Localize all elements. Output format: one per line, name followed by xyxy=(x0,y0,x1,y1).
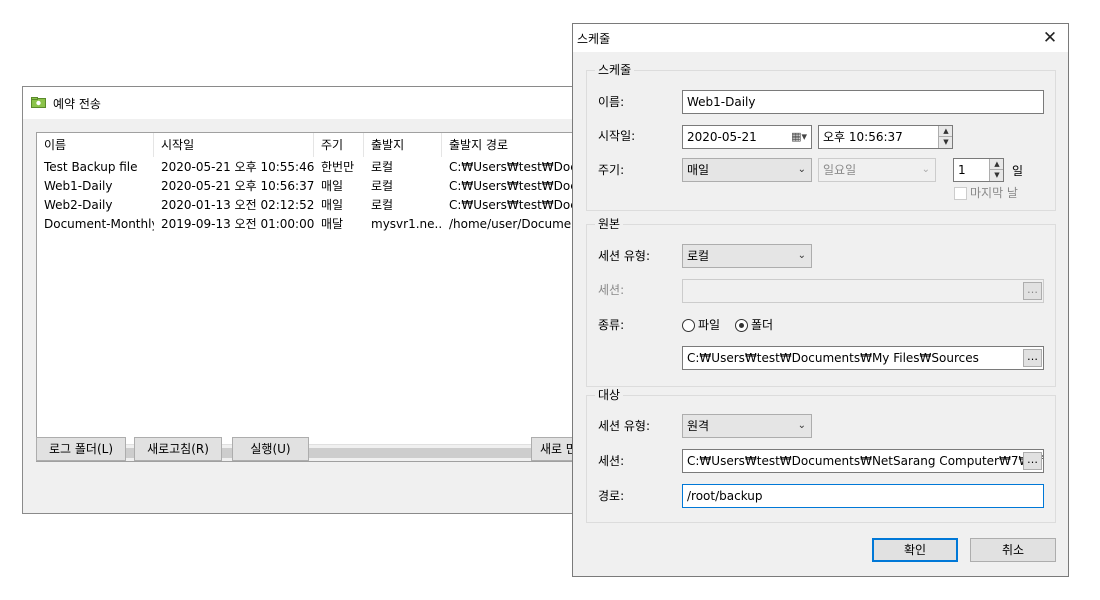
start-time-spinner[interactable]: ▲ ▼ xyxy=(938,126,952,148)
start-date-picker[interactable]: 2020-05-21 ▦▾ xyxy=(682,125,812,149)
column-header-period[interactable]: 주기 xyxy=(314,133,364,157)
weekday-value: 일요일 xyxy=(823,163,857,177)
source-group-title: 원본 xyxy=(595,216,624,232)
target-path-input[interactable]: /root/backup xyxy=(682,484,1044,508)
spin-down-icon[interactable]: ▼ xyxy=(990,170,1003,181)
kind-label: 종류: xyxy=(598,318,625,332)
kind-file-label: 파일 xyxy=(698,318,721,332)
target-session-label: 세션: xyxy=(598,454,625,468)
table-row[interactable]: Web1-Daily 2020-05-21 오후 10:56:37 매일 로컬 … xyxy=(37,177,595,196)
cell-source: mysvr1.ne... xyxy=(371,217,442,231)
refresh-button[interactable]: 새로고침(R) xyxy=(134,437,222,461)
cell-name: Web1-Daily xyxy=(44,179,113,193)
cell-source: 로컬 xyxy=(371,179,394,193)
cell-name: Document-Monthly xyxy=(44,217,154,231)
cell-source: 로컬 xyxy=(371,198,394,212)
spin-down-icon[interactable]: ▼ xyxy=(939,137,952,148)
last-day-label: 마지막 날 xyxy=(970,186,1018,200)
table-row[interactable]: Web2-Daily 2020-01-13 오전 02:12:52 매일 로컬 … xyxy=(37,196,595,215)
window-titlebar: 예약 전송 xyxy=(23,87,581,119)
source-session-label: 세션: xyxy=(598,283,625,297)
start-date-label: 시작일: xyxy=(598,129,636,143)
close-icon[interactable]: ✕ xyxy=(1038,26,1062,50)
source-path-value: C:₩Users₩test₩Documents₩My Files₩Sources xyxy=(687,351,979,365)
schedule-dialog: 스케줄 ✕ 스케줄 이름: Web1-Daily 시작일: 2020-05-21… xyxy=(572,23,1069,577)
interval-input[interactable]: 1 ▲ ▼ xyxy=(953,158,1004,182)
cell-start: 2020-05-21 오후 10:56:37 xyxy=(161,179,314,193)
period-label: 주기: xyxy=(598,163,625,177)
target-session-value: C:₩Users₩test₩Documents₩NetSarang Comput… xyxy=(687,454,1043,468)
chevron-down-icon: ⌄ xyxy=(797,250,806,261)
cell-source-path: C:₩Users₩test₩Documents xyxy=(449,179,572,193)
dialog-titlebar: 스케줄 ✕ xyxy=(573,24,1068,52)
source-path-browse-button[interactable]: … xyxy=(1023,349,1042,367)
table-row[interactable]: Test Backup file 2020-05-21 오후 10:55:46 … xyxy=(37,158,595,177)
schedule-group-title: 스케줄 xyxy=(595,62,635,78)
start-time-value: 오후 10:56:37 xyxy=(823,130,903,144)
source-session-input[interactable] xyxy=(682,279,1044,303)
chevron-down-icon: ⌄ xyxy=(921,164,930,175)
target-session-type-select[interactable]: 원격 ⌄ xyxy=(682,414,812,438)
cell-start: 2020-01-13 오전 02:12:52 xyxy=(161,198,314,212)
folder-icon xyxy=(31,97,46,108)
source-path-input[interactable]: C:₩Users₩test₩Documents₩My Files₩Sources xyxy=(682,346,1044,370)
target-session-type-label: 세션 유형: xyxy=(598,419,651,433)
cell-name: Test Backup file xyxy=(44,160,138,174)
spin-up-icon[interactable]: ▲ xyxy=(939,126,952,137)
column-header-start[interactable]: 시작일 xyxy=(154,133,314,157)
target-session-browse-button[interactable]: … xyxy=(1023,452,1042,470)
period-value: 매일 xyxy=(687,163,710,177)
kind-file-radio[interactable] xyxy=(682,319,695,332)
schedule-transfer-window: 예약 전송 이름 시작일 주기 출발지 출발지 경로 Test Backup f… xyxy=(22,86,596,514)
cancel-button[interactable]: 취소 xyxy=(970,538,1056,562)
column-header-name[interactable]: 이름 xyxy=(37,133,154,157)
cell-source-path: C:₩Users₩test₩Documents xyxy=(449,160,572,174)
target-session-input[interactable]: C:₩Users₩test₩Documents₩NetSarang Comput… xyxy=(682,449,1044,473)
dialog-title: 스케줄 xyxy=(577,32,611,46)
log-folder-button[interactable]: 로그 폴더(L) xyxy=(36,437,126,461)
cell-start: 2020-05-21 오후 10:55:46 xyxy=(161,160,314,174)
source-session-browse-button[interactable]: … xyxy=(1023,282,1042,300)
chevron-down-icon: ⌄ xyxy=(797,420,806,431)
period-select[interactable]: 매일 ⌄ xyxy=(682,158,812,182)
cell-source: 로컬 xyxy=(371,160,394,174)
cell-period: 매일 xyxy=(321,198,344,212)
source-session-type-label: 세션 유형: xyxy=(598,249,651,263)
kind-folder-radio[interactable] xyxy=(735,319,748,332)
calendar-icon[interactable]: ▦▾ xyxy=(791,126,807,148)
run-button[interactable]: 실행(U) xyxy=(232,437,309,461)
list-header: 이름 시작일 주기 출발지 출발지 경로 xyxy=(37,133,595,157)
kind-folder-label: 폴더 xyxy=(751,318,774,332)
target-group-title: 대상 xyxy=(595,387,624,403)
source-session-type-select[interactable]: 로컬 ⌄ xyxy=(682,244,812,268)
cell-period: 매달 xyxy=(321,217,344,231)
name-label: 이름: xyxy=(598,95,625,109)
start-date-value: 2020-05-21 xyxy=(687,130,757,144)
interval-value: 1 xyxy=(958,163,966,177)
interval-unit: 일 xyxy=(1012,164,1024,178)
window-title: 예약 전송 xyxy=(53,97,101,111)
source-session-type-value: 로컬 xyxy=(687,249,710,263)
table-row[interactable]: Document-Monthly 2019-09-13 오전 01:00:00 … xyxy=(37,215,595,234)
ok-button[interactable]: 확인 xyxy=(872,538,958,562)
name-input[interactable]: Web1-Daily xyxy=(682,90,1044,114)
schedule-list[interactable]: 이름 시작일 주기 출발지 출발지 경로 Test Backup file 20… xyxy=(36,132,596,462)
cell-period: 한번만 xyxy=(321,160,355,174)
chevron-down-icon: ⌄ xyxy=(797,164,806,175)
column-header-source[interactable]: 출발지 xyxy=(364,133,442,157)
weekday-select[interactable]: 일요일 ⌄ xyxy=(818,158,936,182)
start-time-picker[interactable]: 오후 10:56:37 ▲ ▼ xyxy=(818,125,953,149)
cell-period: 매일 xyxy=(321,179,344,193)
cell-start: 2019-09-13 오전 01:00:00 xyxy=(161,217,314,231)
cell-name: Web2-Daily xyxy=(44,198,113,212)
cell-source-path: C:₩Users₩test₩Documents xyxy=(449,198,572,212)
interval-spinner[interactable]: ▲ ▼ xyxy=(989,159,1003,181)
cell-source-path: /home/user/Documents xyxy=(449,217,572,231)
target-path-label: 경로: xyxy=(598,489,625,503)
target-session-type-value: 원격 xyxy=(687,419,710,433)
last-day-checkbox[interactable] xyxy=(954,187,967,200)
spin-up-icon[interactable]: ▲ xyxy=(990,159,1003,170)
